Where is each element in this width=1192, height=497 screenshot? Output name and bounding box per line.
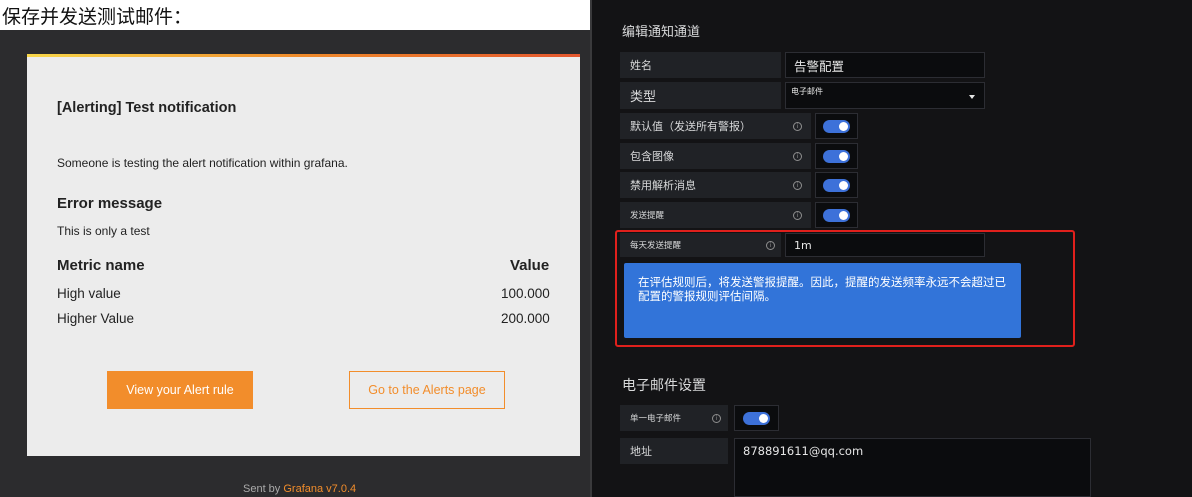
error-heading: Error message [57,195,163,212]
type-select[interactable]: 电子邮件 [785,82,985,109]
disable-resolve-toggle[interactable] [815,172,858,198]
toggle-switch[interactable] [743,412,770,425]
info-icon: i [793,211,802,220]
edit-channel-heading: 编辑通知通道 [622,25,701,40]
error-text: This is only a test [57,224,150,238]
toggle-switch[interactable] [823,179,850,192]
metric-row-value: 200.000 [501,311,550,326]
name-input[interactable]: 告警配置 [785,52,985,78]
email-description: Someone is testing the alert notificatio… [57,156,348,170]
info-icon: i [793,181,802,190]
toggle-switch[interactable] [823,209,850,222]
default-label: 默认值（发送所有警报） [620,113,811,139]
info-icon: i [793,152,802,161]
info-icon: i [793,122,802,131]
chevron-down-icon [969,95,975,99]
metric-row-name: Higher Value [57,311,135,326]
email-card-accent-bar [27,54,580,57]
address-textarea[interactable]: 878891611@qq.com [734,438,1091,497]
send-reminders-toggle[interactable] [815,202,858,228]
include-image-toggle[interactable] [815,143,858,169]
metric-name-header: Metric name [57,257,145,274]
toggle-switch[interactable] [823,150,850,163]
view-alert-rule-button[interactable]: View your Alert rule [107,371,253,409]
name-label: 姓名 [620,52,781,78]
footer-prefix: Sent by [243,483,281,495]
default-toggle[interactable] [815,113,858,139]
highlight-frame [615,230,1075,347]
type-select-value: 电子邮件 [791,87,823,96]
grafana-version-link[interactable]: Grafana v7.0.4 [283,483,356,495]
info-icon: i [712,414,721,423]
toggle-switch[interactable] [823,120,850,133]
go-to-alerts-page-button[interactable]: Go to the Alerts page [349,371,505,409]
address-label: 地址 [620,438,728,464]
metric-row-value: 100.000 [501,286,550,301]
caption-text: 保存并发送测试邮件： [2,6,193,28]
value-header: Value [510,257,550,274]
email-footer: Sent by Grafana v7.0.4 [243,483,356,495]
email-settings-heading: 电子邮件设置 [622,378,706,394]
type-label: 类型 [620,82,781,109]
email-title: [Alerting] Test notification [57,100,237,116]
single-email-toggle[interactable] [734,405,779,431]
metric-row-name: High value [57,286,121,301]
send-reminders-label: 发送提醒 [620,202,811,228]
include-image-label: 包含图像 [620,143,811,169]
disable-resolve-label: 禁用解析消息 [620,172,811,198]
